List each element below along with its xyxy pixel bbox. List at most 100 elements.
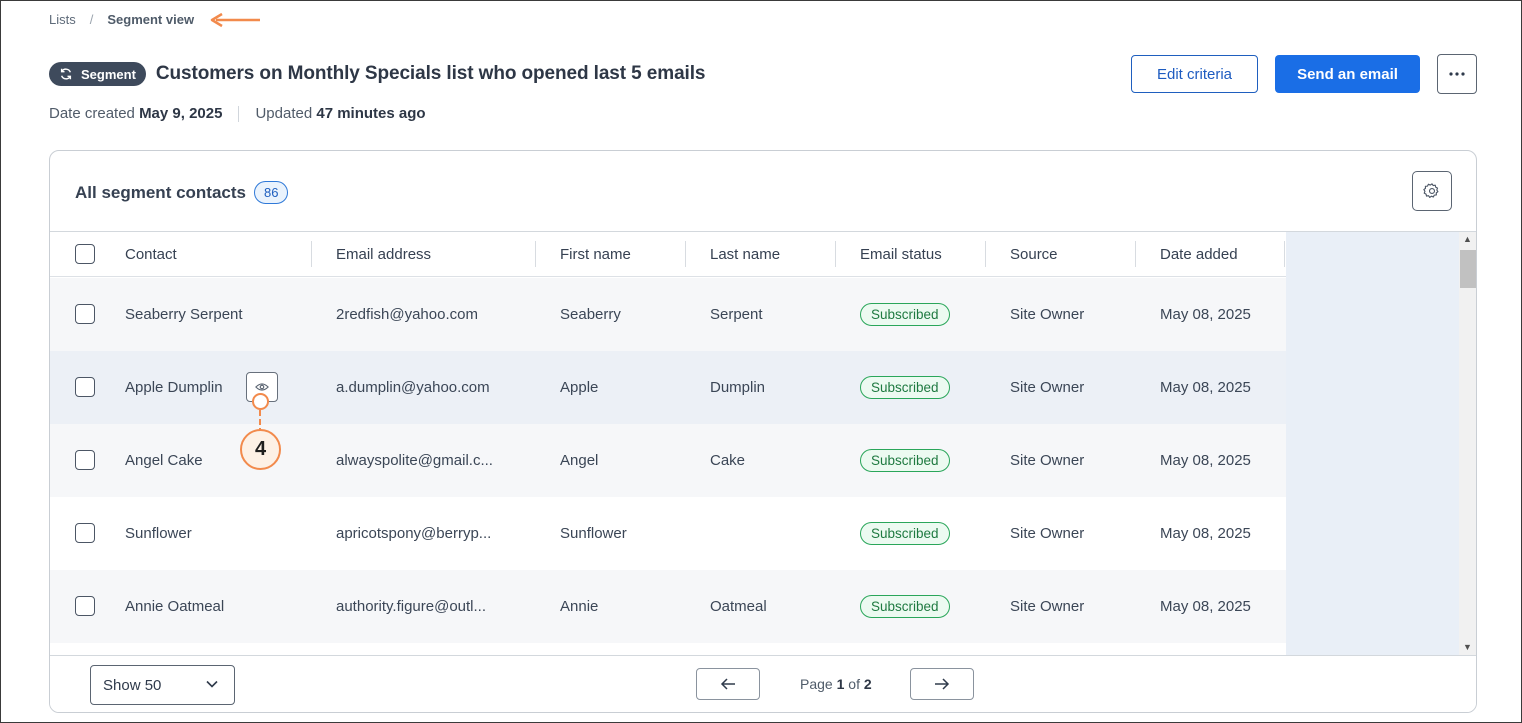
send-email-button[interactable]: Send an email [1275,55,1420,93]
scroll-down-icon[interactable]: ▼ [1463,642,1472,652]
last-name: Serpent [710,306,763,323]
table-row[interactable]: Seaberry Serpent 2redfish@yahoo.com Seab… [50,278,1286,351]
row-checkbox[interactable] [75,450,95,470]
table-row[interactable]: Annie Oatmeal authority.figure@outl... A… [50,570,1286,643]
contact-name[interactable]: Seaberry Serpent [125,278,243,351]
status-badge: Subscribed [860,449,950,472]
source: Site Owner [1010,598,1085,615]
scrollbar-thumb[interactable] [1460,250,1476,288]
column-divider [835,241,836,267]
table-row[interactable]: Sunflower apricotspony@berryp... Sunflow… [50,497,1286,570]
column-divider [1135,241,1136,267]
table-header: Contact Email address First name Last na… [50,232,1286,277]
row-checkbox[interactable] [75,304,95,324]
page-size-label: Show 50 [103,676,162,694]
title-row: Segment Customers on Monthly Specials li… [49,62,705,86]
select-all-checkbox[interactable] [75,244,95,264]
callout-number: 4 [240,429,281,470]
column-divider [985,241,986,267]
table-row[interactable]: Apple Dumplin a.dumplin@yahoo.com Apple … [50,351,1286,424]
column-header-source[interactable]: Source [1010,232,1058,277]
status-badge: Subscribed [860,522,950,545]
breadcrumb: Lists / Segment view [49,12,194,27]
first-name: Seaberry [560,306,621,323]
status-badge: Subscribed [860,595,950,618]
email-status-cell: Subscribed [860,351,950,424]
first-name: Sunflower [560,525,627,542]
callout-arrow-icon [210,12,260,28]
table-row[interactable]: Angel Cake alwayspolite@gmail.c... Angel… [50,424,1286,497]
contact-name[interactable]: Sunflower [125,497,192,570]
contact-name[interactable]: Annie Oatmeal [125,570,224,643]
column-divider [311,241,312,267]
segment-badge-label: Segment [81,66,136,82]
column-header-first-name[interactable]: First name [560,232,631,277]
contact-count-badge: 86 [254,181,289,204]
date-added: May 08, 2025 [1160,525,1251,542]
scroll-up-icon[interactable]: ▲ [1463,234,1472,244]
email-status-cell: Subscribed [860,497,950,570]
status-badge: Subscribed [860,376,950,399]
vertical-scrollbar[interactable]: ▲ ▼ [1459,232,1476,655]
email-address: authority.figure@outl... [336,598,487,615]
more-horizontal-icon [1449,72,1465,76]
page-current: 1 [836,676,845,692]
page-prefix: Page [800,676,833,692]
email-status-cell: Subscribed [860,570,950,643]
page-title: Customers on Monthly Specials list who o… [155,63,706,84]
email-status-cell: Subscribed [860,278,950,351]
contact-name[interactable]: Apple Dumplin [125,351,223,424]
arrow-left-icon [720,678,735,690]
refresh-icon [60,68,72,80]
page-size-select[interactable]: Show 50 [90,665,235,705]
callout-dot [252,393,269,410]
source: Site Owner [1010,525,1085,542]
column-divider [685,241,686,267]
first-name: Apple [560,379,599,396]
email-address: a.dumplin@yahoo.com [336,379,490,396]
next-page-button[interactable] [910,668,974,700]
date-created-value: May 9, 2025 [139,105,223,122]
meta-divider [238,105,240,122]
meta-row: Date created May 9, 2025 Updated 47 minu… [49,105,426,122]
previous-page-button[interactable] [696,668,760,700]
first-name: Annie [560,598,599,615]
source: Site Owner [1010,306,1085,323]
edit-criteria-button[interactable]: Edit criteria [1131,55,1258,93]
updated-label: Updated [255,105,313,122]
table-overflow-area [1286,232,1459,655]
updated-value: 47 minutes ago [316,105,426,122]
eye-icon [255,383,269,391]
email-address: 2redfish@yahoo.com [336,306,478,323]
gear-icon [1423,183,1439,198]
card-title-label: All segment contacts [75,182,246,202]
row-checkbox[interactable] [75,377,95,397]
source: Site Owner [1010,379,1085,396]
status-badge: Subscribed [860,303,950,326]
column-header-email-status[interactable]: Email status [860,232,942,277]
column-header-contact[interactable]: Contact [125,232,177,277]
date-added: May 08, 2025 [1160,306,1251,323]
breadcrumb-current: Segment view [107,12,195,27]
more-options-button[interactable] [1437,54,1477,94]
column-divider [1284,241,1285,267]
column-header-date-added[interactable]: Date added [1160,232,1238,277]
table-settings-button[interactable] [1412,171,1452,211]
source: Site Owner [1010,452,1085,469]
row-checkbox[interactable] [75,596,95,616]
email-address: apricotspony@berryp... [336,525,492,542]
date-added: May 08, 2025 [1160,598,1251,615]
arrow-right-icon [935,678,950,690]
date-added: May 08, 2025 [1160,379,1251,396]
table-footer: Show 50 Page 1 of 2 [50,655,1476,712]
last-name: Cake [710,452,746,469]
email-address: alwayspolite@gmail.c... [336,452,493,469]
segment-badge: Segment [49,62,146,86]
column-divider [535,241,536,267]
first-name: Angel [560,452,599,469]
column-header-last-name[interactable]: Last name [710,232,780,277]
contact-name[interactable]: Angel Cake [125,424,203,497]
breadcrumb-lists-link[interactable]: Lists [49,12,76,27]
column-header-email[interactable]: Email address [336,232,431,277]
row-checkbox[interactable] [75,523,95,543]
